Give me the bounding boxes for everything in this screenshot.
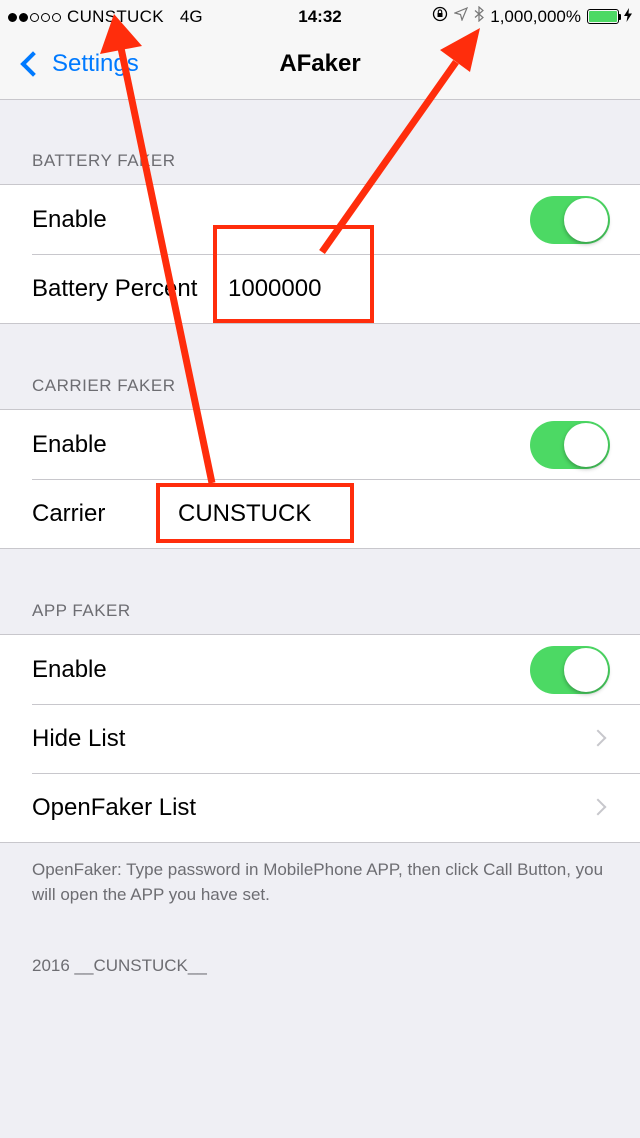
annotation-arrow-battery <box>319 28 480 255</box>
settings-screen: CUNSTUCK 4G 14:32 1,000,000% <box>0 0 640 1138</box>
annotation-arrows <box>100 14 480 484</box>
annotation-arrow-carrier <box>100 14 216 484</box>
